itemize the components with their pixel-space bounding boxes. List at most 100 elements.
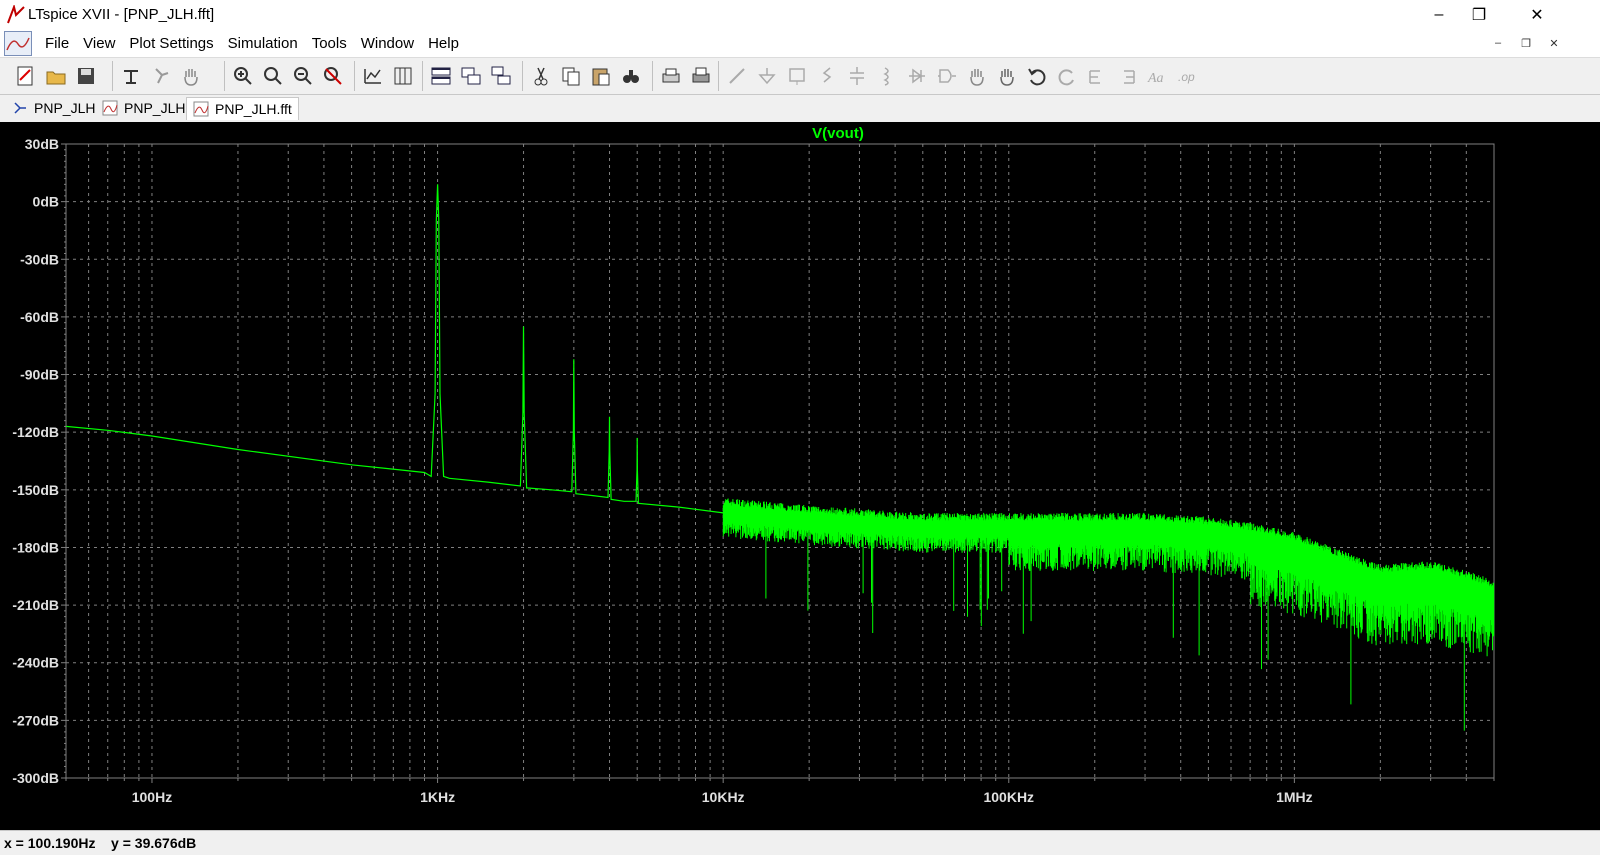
tile-horizontal-icon[interactable] <box>426 62 456 90</box>
cascade-icon[interactable] <box>486 62 516 90</box>
menu-window[interactable]: Window <box>354 34 421 53</box>
x-tick-label: 1MHz <box>1276 789 1313 805</box>
wire-icon[interactable] <box>722 62 752 90</box>
inductor-icon[interactable] <box>872 62 902 90</box>
tile-vertical-icon[interactable] <box>456 62 486 90</box>
y-tick-label: -30dB <box>20 251 59 267</box>
noise-floor <box>722 498 1495 731</box>
toolbar-schematic-group: Aa .op <box>718 61 1202 91</box>
redo-icon[interactable] <box>1052 62 1082 90</box>
menu-help[interactable]: Help <box>421 34 466 53</box>
x-label: x = <box>4 835 24 851</box>
menu-items: File View Plot Settings Simulation Tools… <box>38 34 466 53</box>
waveform-icon <box>193 101 209 117</box>
restore-button[interactable]: ❐ <box>1456 0 1502 30</box>
x-tick-label: 100Hz <box>132 789 172 805</box>
menu-simulation[interactable]: Simulation <box>221 34 305 53</box>
run-icon[interactable] <box>146 62 176 90</box>
y-tick-label: -150dB <box>12 482 59 498</box>
schematic-icon <box>14 102 26 114</box>
y-value: 39.676dB <box>134 835 197 851</box>
x-tick-label: 1KHz <box>420 789 455 805</box>
ltspice-logo-icon <box>7 5 25 24</box>
zoom-area-icon[interactable] <box>258 62 288 90</box>
toolbar-window-group <box>422 61 516 91</box>
trace-title: V(vout) <box>812 125 864 142</box>
autorange-icon[interactable] <box>358 62 388 90</box>
menu-tools[interactable]: Tools <box>305 34 354 53</box>
svg-text:.op: .op <box>1178 70 1195 84</box>
paste-icon[interactable] <box>586 62 616 90</box>
toolbar-zoom-group <box>224 61 348 91</box>
y-tick-label: 0dB <box>33 194 59 210</box>
menu-plot-settings[interactable]: Plot Settings <box>122 34 220 53</box>
menu-bar: File View Plot Settings Simulation Tools… <box>0 30 1600 58</box>
toolbar-plot-group <box>354 61 418 91</box>
tab-label: PNP_JLH <box>34 100 96 116</box>
toolbar-file-group <box>8 61 101 91</box>
print-icon[interactable] <box>656 62 686 90</box>
x-tick-label: 100KHz <box>983 789 1034 805</box>
toolbar-print-group <box>652 61 716 91</box>
document-waveform-icon[interactable] <box>4 31 32 56</box>
ground-icon[interactable] <box>752 62 782 90</box>
text-icon[interactable]: Aa <box>1142 62 1172 90</box>
tab-label: PNP_JLH.fft <box>215 101 292 117</box>
capacitor-icon[interactable] <box>842 62 872 90</box>
title-bar: LTspice XVII - [PNP_JLH.fft] – ❐ ✕ <box>0 0 1600 30</box>
y-tick-label: -90dB <box>20 367 59 383</box>
zoom-in-icon[interactable] <box>228 62 258 90</box>
menu-view[interactable]: View <box>76 34 122 53</box>
plot-frame <box>65 143 1495 779</box>
fft-chart[interactable]: 30dB 0dB -30dB -60dB -90dB -120dB -150dB -180dB… <box>0 122 1600 830</box>
move-icon[interactable] <box>962 62 992 90</box>
svg-text:Aa: Aa <box>1147 71 1164 86</box>
tab-waveform[interactable]: PNP_JLH <box>96 97 191 119</box>
waveform-icon <box>102 100 118 116</box>
drag-icon[interactable] <box>992 62 1022 90</box>
mdi-close-button[interactable]: ✕ <box>1540 33 1568 53</box>
find-icon[interactable] <box>616 62 646 90</box>
undo-icon[interactable] <box>1022 62 1052 90</box>
tab-fft[interactable]: PNP_JLH.fft <box>186 97 299 120</box>
y-tick-label: -210dB <box>12 597 59 613</box>
diode-icon[interactable] <box>902 62 932 90</box>
y-tick-label: -180dB <box>12 539 59 555</box>
y-tick-label: -120dB <box>12 424 59 440</box>
tab-schematic[interactable]: PNP_JLH <box>6 97 101 119</box>
label-net-icon[interactable] <box>782 62 812 90</box>
spice-directive-icon[interactable]: .op <box>1172 62 1202 90</box>
copy-icon[interactable] <box>556 62 586 90</box>
zoom-cancel-icon[interactable] <box>318 62 348 90</box>
toolbar-sim-group <box>112 61 206 91</box>
cut-icon[interactable] <box>526 62 556 90</box>
y-tick-label: -300dB <box>12 770 59 786</box>
y-tick-label: -60dB <box>20 309 59 325</box>
x-tick-label: 10KHz <box>702 789 745 805</box>
menu-file[interactable]: File <box>38 34 76 53</box>
y-label: y = <box>111 835 131 851</box>
cursor-readout: x = 100.190Hz y = 39.676dB <box>4 835 196 851</box>
rotate-icon[interactable] <box>1082 62 1112 90</box>
pan-hand-icon[interactable] <box>176 62 206 90</box>
close-button[interactable]: ✕ <box>1514 0 1560 30</box>
resistor-icon[interactable] <box>812 62 842 90</box>
component-icon[interactable] <box>932 62 962 90</box>
control-panel-icon[interactable] <box>116 62 146 90</box>
mirror-icon[interactable] <box>1112 62 1142 90</box>
grid-icon[interactable] <box>388 62 418 90</box>
open-folder-icon[interactable] <box>41 62 71 90</box>
status-bar: x = 100.190Hz y = 39.676dB <box>0 830 1600 855</box>
print-setup-icon[interactable] <box>686 62 716 90</box>
x-value: 100.190Hz <box>27 835 96 851</box>
mdi-restore-button[interactable]: ❐ <box>1512 33 1540 53</box>
mdi-minimize-button[interactable]: – <box>1484 33 1512 53</box>
tab-label: PNP_JLH <box>124 100 186 116</box>
window-title: LTspice XVII - [PNP_JLH.fft] <box>28 6 215 23</box>
tab-bar: PNP_JLH PNP_JLH PNP_JLH.fft <box>0 95 1600 121</box>
plot-pane[interactable]: 30dB 0dB -30dB -60dB -90dB -120dB -150dB -180dB… <box>0 122 1600 830</box>
y-tick-label: -270dB <box>12 712 59 728</box>
save-icon[interactable] <box>71 62 101 90</box>
new-schematic-icon[interactable] <box>11 62 41 90</box>
zoom-out-icon[interactable] <box>288 62 318 90</box>
